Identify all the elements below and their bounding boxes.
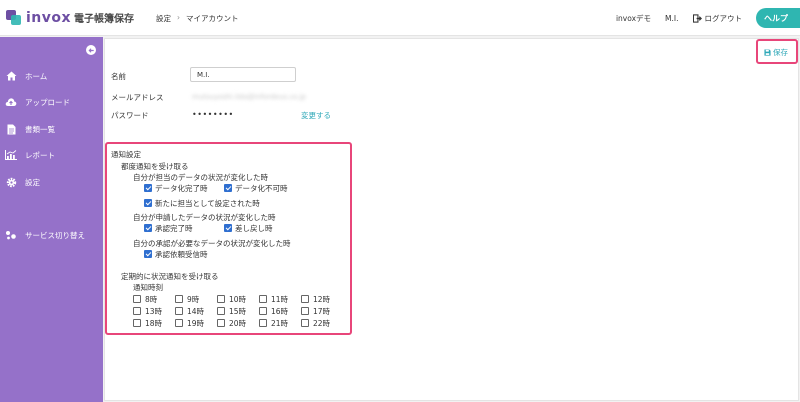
- change-password-link[interactable]: 変更する: [301, 110, 331, 121]
- invox-logo-icon: [4, 8, 23, 27]
- checkbox-label: 承認依頼受信時: [155, 250, 208, 259]
- per-change-title: 都度通知を受け取る: [121, 162, 189, 171]
- hour-checkbox[interactable]: [301, 295, 309, 303]
- hour-label: 16時: [271, 307, 289, 316]
- hour-checkbox[interactable]: [259, 295, 267, 303]
- bar-chart-icon: [5, 149, 17, 161]
- breadcrumb: 設定 › マイアカウント: [156, 13, 239, 24]
- hour-label: 21時: [271, 319, 289, 328]
- sidebar-item-switch-service[interactable]: サービス切り替え: [0, 227, 103, 243]
- checkbox-label: 新たに担当として設定された時: [155, 199, 260, 208]
- hour-checkbox[interactable]: [301, 319, 309, 327]
- notify-time-label: 通知時刻: [133, 283, 163, 292]
- hour-label: 17時: [313, 307, 331, 316]
- hour-label: 20時: [229, 319, 247, 328]
- home-icon: [5, 70, 17, 82]
- name-input[interactable]: [190, 67, 296, 82]
- sidebar-item-label: 書類一覧: [25, 124, 55, 134]
- hour-label: 11時: [271, 295, 289, 304]
- checkbox-label: データ化完了時: [155, 184, 208, 193]
- cloud-upload-icon: [5, 96, 17, 108]
- hour-label: 13時: [145, 307, 163, 316]
- email-label: メールアドレス: [111, 93, 164, 102]
- company-name: invoxデモ: [615, 13, 652, 23]
- sidebar-item-label: ホーム: [25, 71, 48, 81]
- hour-checkbox[interactable]: [175, 295, 183, 303]
- logo-word: invox: [26, 9, 72, 26]
- floppy-disk-icon: [764, 49, 771, 56]
- periodic-title: 定期的に状況通知を受け取る: [121, 272, 219, 281]
- hour-label: 19時: [187, 319, 205, 328]
- checkbox-approval-request[interactable]: [144, 250, 152, 258]
- document-icon: [5, 123, 17, 135]
- sidebar-collapse-button[interactable]: [86, 45, 96, 55]
- logout-button[interactable]: ログアウト: [692, 13, 743, 24]
- checkbox-approval-complete[interactable]: [144, 224, 152, 232]
- hour-label: 10時: [229, 295, 247, 304]
- logout-icon: [692, 13, 702, 23]
- hour-checkbox[interactable]: [217, 307, 225, 315]
- hour-checkbox[interactable]: [259, 319, 267, 327]
- group-title: 自分が担当のデータの状況が変化した時: [133, 173, 268, 182]
- switch-icon: [5, 229, 17, 241]
- hour-checkbox[interactable]: [259, 307, 267, 315]
- checkbox-label: データ化不可時: [235, 184, 288, 193]
- group-title: 自分の承認が必要なデータの状況が変化した時: [133, 239, 291, 248]
- sidebar-item-label: レポート: [25, 150, 55, 160]
- name-label: 名前: [111, 72, 126, 81]
- checkbox-data-complete[interactable]: [144, 184, 152, 192]
- logout-label: ログアウト: [704, 13, 743, 23]
- sidebar-item-label: アップロード: [25, 97, 70, 107]
- sidebar-item-label: 設定: [25, 177, 40, 187]
- checkbox-newly-assigned[interactable]: [144, 199, 152, 207]
- breadcrumb-my-account: マイアカウント: [186, 14, 239, 23]
- header-right: invoxデモ M.I. ログアウト ヘルプ: [616, 0, 800, 36]
- hour-label: 9時: [187, 295, 200, 304]
- hour-label: 14時: [187, 307, 205, 316]
- password-label: パスワード: [111, 111, 149, 120]
- sidebar-item-reports[interactable]: レポート: [0, 147, 103, 163]
- group-title: 自分が申請したデータの状況が変化した時: [133, 213, 276, 222]
- save-button[interactable]: 保存: [764, 47, 788, 58]
- arrow-left-icon: [88, 47, 94, 53]
- help-button[interactable]: ヘルプ: [756, 8, 800, 28]
- gear-icon: [5, 176, 17, 188]
- email-value: mutsuyoshi.iida@infordeus.co.jp: [192, 93, 306, 101]
- hour-label: 15時: [229, 307, 247, 316]
- hour-label: 22時: [313, 319, 331, 328]
- checkbox-data-impossible[interactable]: [224, 184, 232, 192]
- sidebar-item-settings[interactable]: 設定: [0, 174, 103, 190]
- notification-settings-title: 通知設定: [111, 150, 141, 159]
- hour-label: 8時: [145, 295, 158, 304]
- app-logo[interactable]: invox 電子帳簿保存: [4, 8, 134, 27]
- logo-subtitle: 電子帳簿保存: [74, 14, 135, 25]
- save-label: 保存: [773, 48, 788, 57]
- sidebar-item-label: サービス切り替え: [25, 230, 85, 240]
- hour-label: 12時: [313, 295, 331, 304]
- hour-label: 18時: [145, 319, 163, 328]
- checkbox-label: 差し戻し時: [235, 224, 273, 233]
- sidebar: ホーム アップロード 書類一覧 レポート 設定 サービス切り替え: [0, 37, 103, 402]
- hour-checkbox[interactable]: [301, 307, 309, 315]
- hour-checkbox[interactable]: [175, 319, 183, 327]
- hour-checkbox[interactable]: [133, 319, 141, 327]
- sidebar-item-documents[interactable]: 書類一覧: [0, 121, 103, 137]
- checkbox-sent-back[interactable]: [224, 224, 232, 232]
- breadcrumb-separator-icon: ›: [177, 13, 180, 22]
- password-value: ••••••••: [192, 110, 234, 119]
- sidebar-item-home[interactable]: ホーム: [0, 68, 103, 84]
- breadcrumb-settings[interactable]: 設定: [156, 13, 171, 24]
- checkbox-label: 承認完了時: [155, 224, 193, 233]
- hour-checkbox[interactable]: [133, 307, 141, 315]
- sidebar-item-upload[interactable]: アップロード: [0, 94, 103, 110]
- user-name: M.I.: [665, 13, 679, 23]
- hour-checkbox[interactable]: [217, 295, 225, 303]
- hour-checkbox[interactable]: [175, 307, 183, 315]
- hour-checkbox[interactable]: [217, 319, 225, 327]
- top-header: invox 電子帳簿保存 設定 › マイアカウント invoxデモ M.I. ロ…: [0, 0, 800, 36]
- hour-checkbox[interactable]: [133, 295, 141, 303]
